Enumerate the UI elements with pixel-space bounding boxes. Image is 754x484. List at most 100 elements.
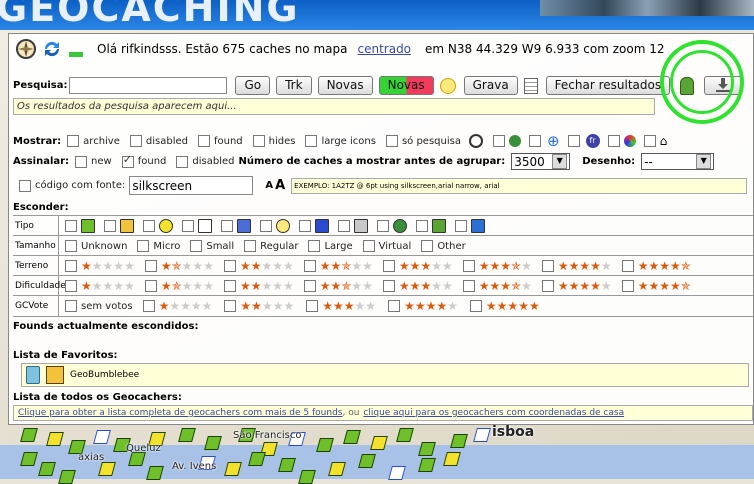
speech-bubble-icon[interactable]: [439, 77, 456, 94]
notepad-icon[interactable]: [523, 77, 538, 94]
font-smaller-icon[interactable]: A: [265, 180, 273, 191]
map-cache-icon[interactable]: [298, 470, 316, 484]
agrupar-select[interactable]: 3500 ▼: [511, 153, 571, 170]
star-icon: ★: [600, 259, 612, 273]
hides-checkbox[interactable]: [252, 135, 265, 147]
novas-button[interactable]: Novas: [317, 76, 373, 95]
tipo-checkbox[interactable]: [143, 220, 155, 232]
disabled-checkbox[interactable]: [129, 135, 142, 147]
size-checkbox[interactable]: [65, 240, 77, 252]
grava-button[interactable]: Grava: [463, 76, 518, 95]
rating-checkbox[interactable]: [621, 260, 634, 272]
gcvote-checkbox[interactable]: [142, 300, 155, 312]
compass-icon[interactable]: [15, 38, 37, 60]
layer-checkbox-4[interactable]: [607, 135, 620, 147]
full-list-link[interactable]: Clique para obter a lista completa de ge…: [14, 408, 342, 418]
layer-checkbox-5[interactable]: [643, 135, 656, 147]
trk-button[interactable]: Trk: [276, 76, 312, 95]
star-icon: ★: [102, 279, 114, 293]
terreno-stars: ★★★★★ ★✯★★★ ★★★★★ ★★✯★★ ★★★★★ ★★★✯★ ★★★★★ ★★★★✯: [59, 259, 695, 273]
rating-checkbox[interactable]: [462, 280, 475, 292]
rating-stars: ★★★★✯: [638, 279, 691, 293]
size-checkbox[interactable]: [308, 240, 321, 252]
rating-checkbox[interactable]: [223, 280, 236, 292]
sem-votos-checkbox[interactable]: [65, 300, 77, 312]
tipo-checkbox[interactable]: [65, 220, 77, 232]
rating-stars: ★★★★★: [399, 259, 453, 273]
rating-checkbox[interactable]: [65, 260, 77, 272]
rating-checkbox[interactable]: [65, 280, 77, 292]
layer-checkbox-1[interactable]: [492, 135, 505, 147]
house-icon[interactable]: ⌂: [660, 134, 668, 148]
rating-checkbox[interactable]: [144, 260, 157, 272]
gcvote-checkbox[interactable]: [306, 300, 319, 312]
rating-checkbox[interactable]: [144, 280, 157, 292]
rating-checkbox[interactable]: [541, 280, 554, 292]
hides-label: hides: [268, 135, 296, 147]
size-checkbox[interactable]: [421, 240, 434, 252]
colorwheel-icon[interactable]: [623, 135, 636, 147]
tipo-checkbox[interactable]: [455, 220, 467, 232]
gcvote-checkbox[interactable]: [224, 300, 237, 312]
size-checkbox[interactable]: [137, 240, 150, 252]
target-icon[interactable]: [468, 134, 483, 148]
fechar-resultados-button[interactable]: Fechar resultados: [545, 76, 671, 95]
tipo-checkbox[interactable]: [338, 220, 350, 232]
archive-checkbox[interactable]: [67, 135, 80, 147]
plus-circle-icon[interactable]: ⊕: [547, 132, 560, 150]
rating-checkbox[interactable]: [541, 260, 554, 272]
search-input[interactable]: [69, 77, 228, 94]
star-icon: ★: [528, 299, 540, 313]
size-checkbox[interactable]: [244, 240, 257, 252]
assinalar-row: Assinalar: new found disabled Número de …: [13, 153, 715, 170]
restaurant-icon[interactable]: [508, 135, 521, 147]
font-input[interactable]: [129, 176, 254, 195]
favorite-item[interactable]: GeoBumblebee: [70, 370, 139, 380]
home-coords-link[interactable]: clique aqui para os geocachers com coord…: [363, 408, 624, 418]
layer-checkbox-3[interactable]: [567, 135, 580, 147]
tipo-checkbox[interactable]: [416, 220, 428, 232]
layer-checkbox-2[interactable]: [528, 135, 541, 147]
found-checkbox[interactable]: [197, 135, 210, 147]
refresh-icon[interactable]: [41, 38, 63, 60]
tipo-checkbox[interactable]: [104, 220, 116, 232]
rating-checkbox[interactable]: [223, 260, 236, 272]
novas-colored-button[interactable]: Novas: [378, 76, 434, 95]
disabled-mark-checkbox[interactable]: [176, 155, 189, 168]
rating-checkbox[interactable]: [303, 280, 316, 292]
tipo-checkbox[interactable]: [260, 220, 272, 232]
new-checkbox[interactable]: [75, 155, 88, 168]
esconder-label: Esconder:: [13, 202, 69, 213]
star-icon: ★: [330, 279, 342, 293]
trash-icon[interactable]: [26, 366, 40, 384]
font-larger-icon[interactable]: A: [275, 178, 285, 193]
star-icon: ★: [113, 259, 125, 273]
rating-checkbox[interactable]: [303, 260, 316, 272]
star-icon: ★: [365, 299, 377, 313]
map-cache-icon[interactable]: [58, 470, 76, 484]
cache-type-icon: [198, 219, 212, 233]
large-icons-checkbox[interactable]: [305, 135, 318, 147]
desenho-select[interactable]: -- ▼: [641, 153, 715, 170]
fr-icon[interactable]: fr: [585, 134, 600, 148]
rating-checkbox[interactable]: [382, 280, 395, 292]
star-icon: ★: [240, 299, 252, 313]
codigo-fonte-checkbox[interactable]: [19, 179, 31, 192]
found-mark-checkbox[interactable]: [121, 153, 134, 168]
rating-checkbox[interactable]: [462, 260, 475, 272]
star-icon: ★: [250, 279, 262, 293]
centrado-link[interactable]: centrado: [357, 42, 411, 56]
tipo-checkbox[interactable]: [299, 220, 311, 232]
tipo-checkbox[interactable]: [377, 220, 389, 232]
so-pesquisa-checkbox[interactable]: [385, 135, 398, 147]
tipo-row: Tipo: [13, 215, 754, 236]
tipo-checkbox[interactable]: [182, 220, 194, 232]
tipo-checkbox[interactable]: [221, 220, 233, 232]
gcvote-checkbox[interactable]: [469, 300, 482, 312]
rating-checkbox[interactable]: [621, 280, 634, 292]
size-checkbox[interactable]: [362, 240, 375, 252]
go-button[interactable]: Go: [235, 76, 271, 95]
rating-checkbox[interactable]: [382, 260, 395, 272]
gcvote-checkbox[interactable]: [388, 300, 401, 312]
size-checkbox[interactable]: [190, 240, 203, 252]
